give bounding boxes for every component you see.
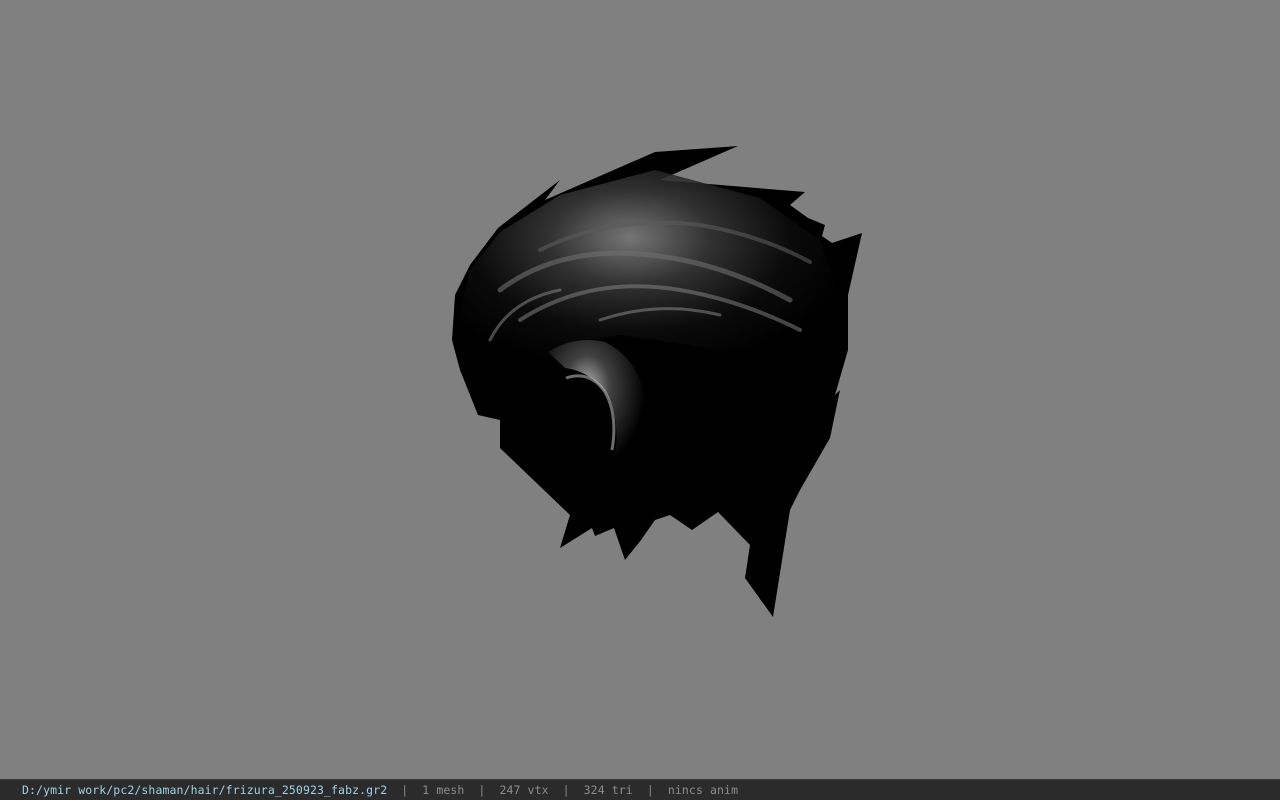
triangle-count: 324 tri bbox=[583, 783, 633, 797]
3d-viewport[interactable] bbox=[0, 0, 1280, 779]
status-bar: D:/ymir work/pc2/shaman/hair/frizura_250… bbox=[0, 779, 1280, 800]
file-path: D:/ymir work/pc2/shaman/hair/frizura_250… bbox=[22, 783, 388, 797]
vertex-count: 247 vtx bbox=[499, 783, 549, 797]
separator: | bbox=[401, 783, 409, 797]
hair-model[interactable] bbox=[0, 0, 1280, 779]
separator: | bbox=[478, 783, 486, 797]
mesh-count: 1 mesh bbox=[422, 783, 465, 797]
separator: | bbox=[646, 783, 654, 797]
separator: | bbox=[562, 783, 570, 797]
animation-status: nincs anim bbox=[667, 783, 739, 797]
